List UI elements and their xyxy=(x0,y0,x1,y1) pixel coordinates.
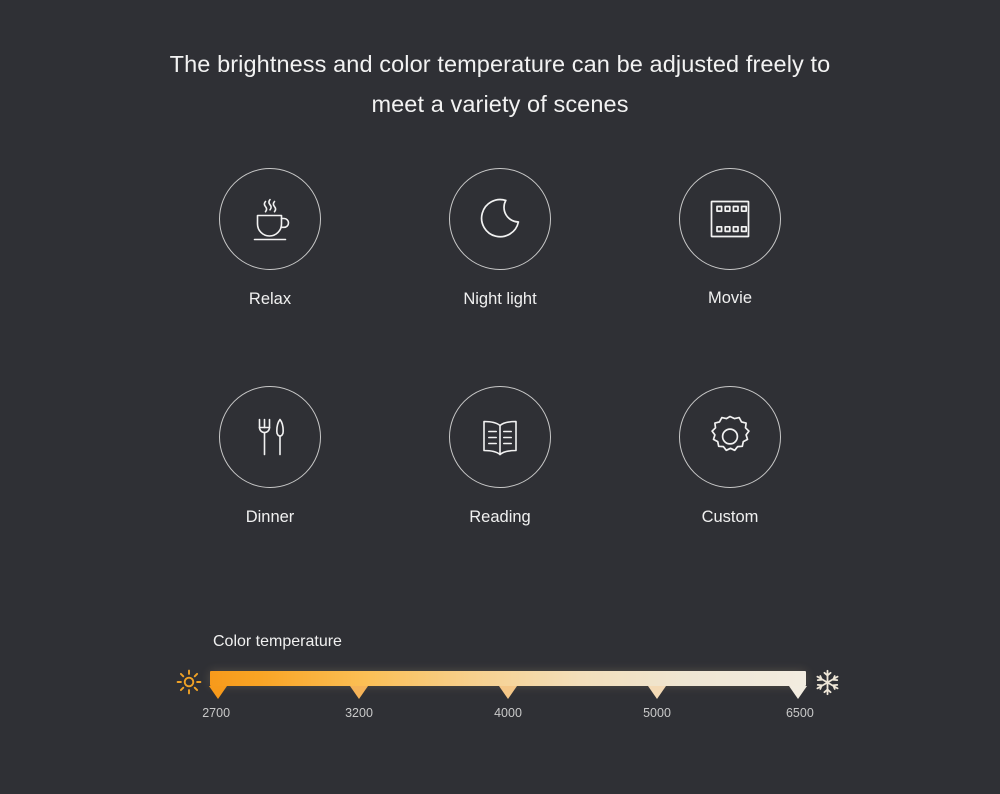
scene-icon-circle-night-light[interactable] xyxy=(449,168,551,270)
color-temperature-tick-label: 5000 xyxy=(643,706,671,720)
open-book-icon xyxy=(473,410,527,464)
scene-row-2: Dinner Reading Custom xyxy=(180,386,820,527)
scene-icon-circle-relax[interactable] xyxy=(219,168,321,270)
crescent-moon-icon xyxy=(472,191,528,247)
color-temperature-gradient-bar xyxy=(210,671,806,686)
scene-item-movie[interactable]: Movie xyxy=(640,168,820,308)
scene-item-reading[interactable]: Reading xyxy=(410,386,590,527)
scene-icon-circle-custom[interactable] xyxy=(679,386,781,488)
color-temperature-tick-labels: 2700 3200 4000 5000 6500 xyxy=(202,704,814,724)
scene-item-night-light[interactable]: Night light xyxy=(410,168,590,309)
color-temperature-notch xyxy=(648,686,666,699)
scene-label-dinner: Dinner xyxy=(245,508,295,526)
scene-label-custom: Custom xyxy=(701,508,759,526)
film-strip-icon xyxy=(704,193,756,245)
color-temperature-notch xyxy=(350,686,368,699)
fork-and-knife-icon xyxy=(243,410,297,464)
scene-icon-circle-movie[interactable] xyxy=(679,168,781,270)
scene-label-relax: Relax xyxy=(248,290,292,308)
scene-item-relax[interactable]: Relax xyxy=(180,168,360,309)
color-temperature-track[interactable]: 2700 3200 4000 5000 6500 xyxy=(202,660,814,720)
color-temperature-title: Color temperature xyxy=(213,633,342,650)
color-temperature-notch xyxy=(499,686,517,699)
page-title-line-1: The brightness and color temperature can… xyxy=(169,51,831,77)
color-temperature-slider[interactable]: 2700 3200 4000 5000 6500 xyxy=(168,660,848,720)
scene-icon-circle-reading[interactable] xyxy=(449,386,551,488)
scene-grid: Relax Night light Movie Dinner Reading C… xyxy=(180,168,820,527)
color-temperature-section: Color temperature 2700 3200 4000 5000 6500 xyxy=(168,632,848,720)
color-temperature-tick-label: 2700 xyxy=(202,706,231,720)
page-title: The brightness and color temperature can… xyxy=(0,44,1000,124)
color-temperature-tick-label: 6500 xyxy=(785,706,814,720)
color-temperature-notch xyxy=(789,686,807,699)
color-temperature-notch xyxy=(209,686,227,699)
scene-item-custom[interactable]: Custom xyxy=(640,386,820,527)
page-title-line-2: meet a variety of scenes xyxy=(371,91,629,117)
color-temperature-tick-label: 3200 xyxy=(345,706,373,720)
coffee-cup-icon xyxy=(242,191,298,247)
scene-row-1: Relax Night light Movie xyxy=(180,168,820,309)
scene-icon-circle-dinner[interactable] xyxy=(219,386,321,488)
scene-label-movie: Movie xyxy=(707,289,752,307)
snowflake-icon xyxy=(806,669,848,696)
scene-item-dinner[interactable]: Dinner xyxy=(180,386,360,527)
gear-icon xyxy=(702,409,758,465)
scene-label-night-light: Night light xyxy=(463,290,537,308)
sun-icon xyxy=(168,669,210,695)
color-temperature-tick-label: 4000 xyxy=(494,706,522,720)
scene-label-reading: Reading xyxy=(469,508,531,526)
